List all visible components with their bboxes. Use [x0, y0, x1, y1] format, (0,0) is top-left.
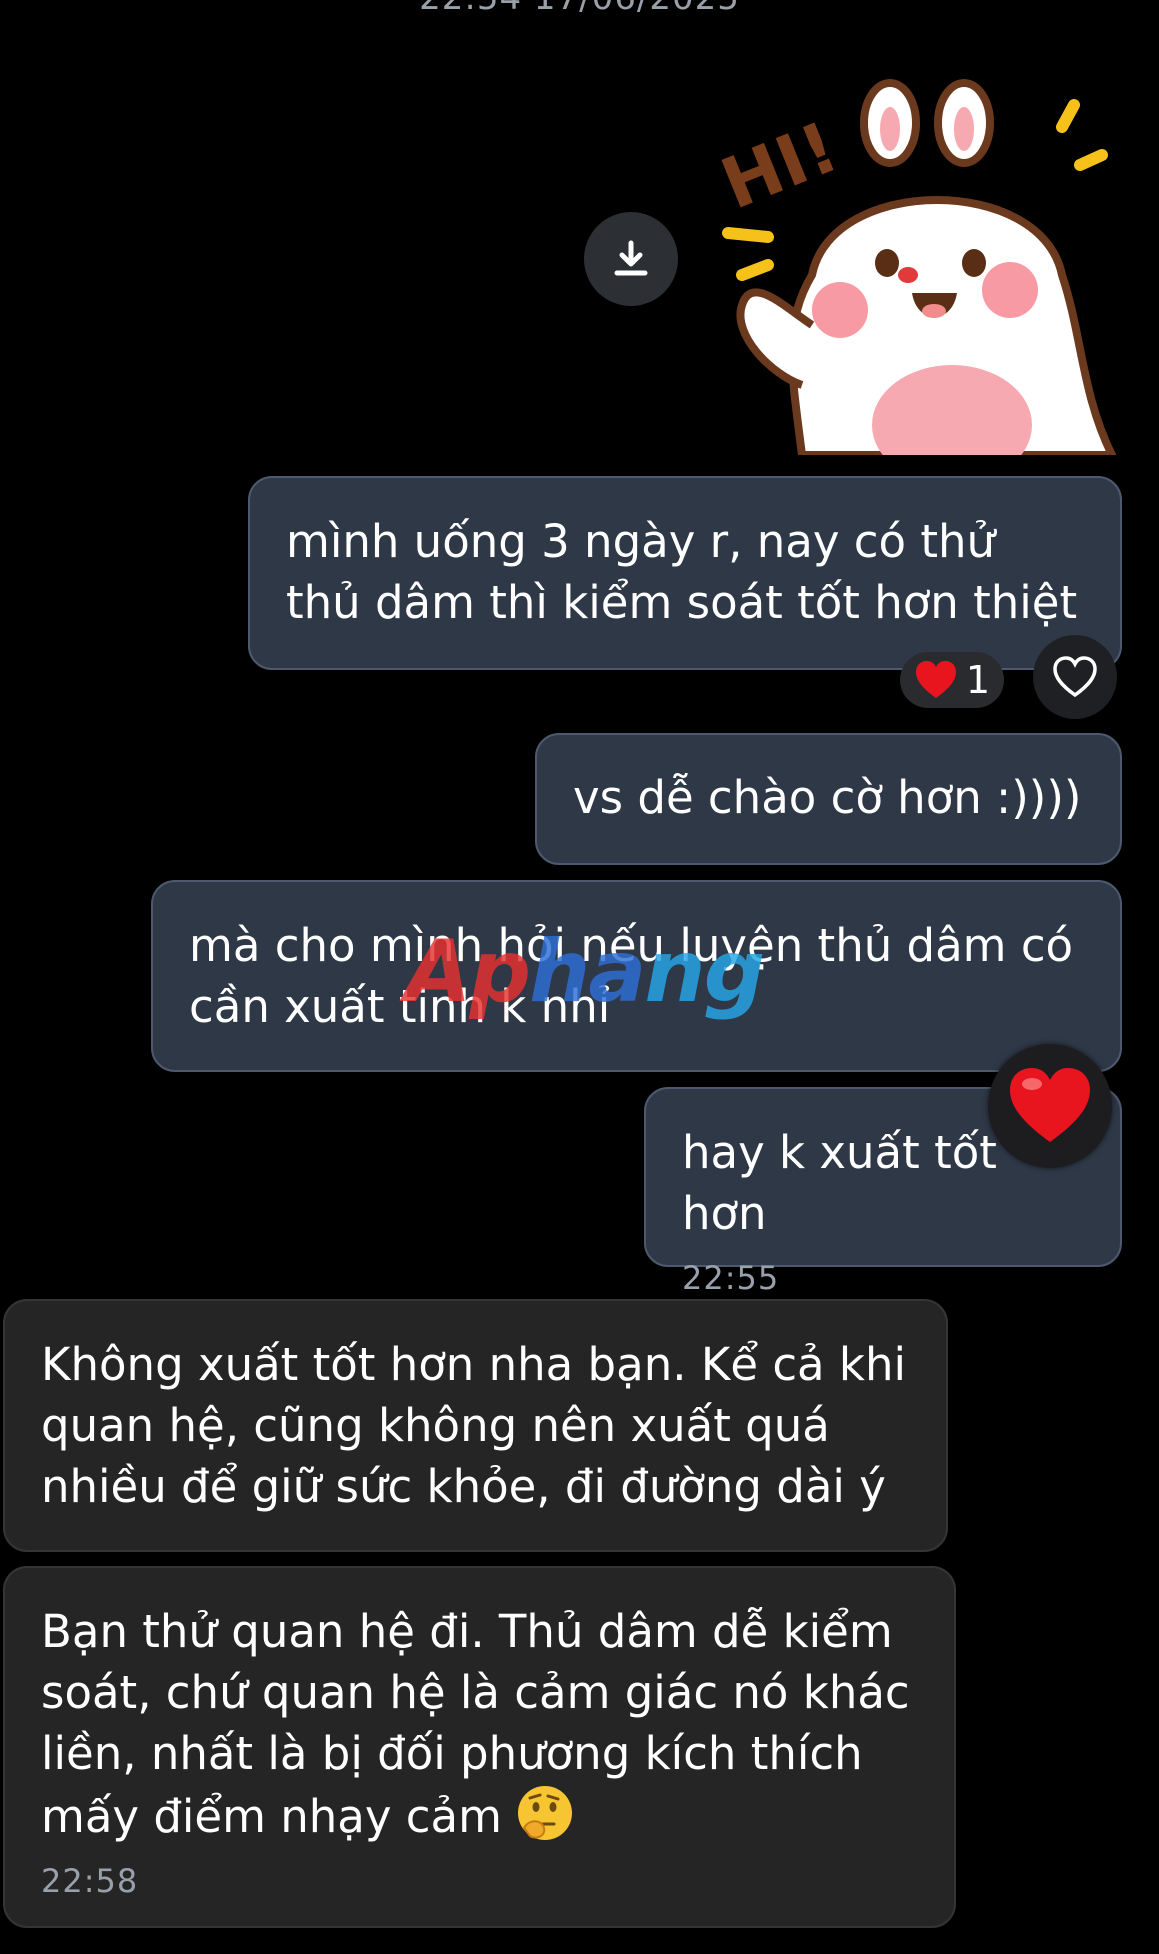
- message-bubble-incoming[interactable]: Không xuất tốt hơn nha bạn. Kể cả khi qu…: [3, 1299, 948, 1552]
- download-button[interactable]: [584, 212, 678, 306]
- message-text: vs dễ chào cờ hơn :)))): [573, 771, 1082, 824]
- reaction-heart[interactable]: [988, 1044, 1112, 1168]
- react-button[interactable]: [1033, 635, 1117, 719]
- watermark-logo: Aphang: [405, 922, 765, 1022]
- message-text: Bạn thử quan hệ đi. Thủ dâm dễ kiểm soát…: [41, 1605, 910, 1843]
- message-bubble-incoming[interactable]: Bạn thử quan hệ đi. Thủ dâm dễ kiểm soát…: [3, 1566, 956, 1928]
- bunny-sticker[interactable]: HI!: [710, 75, 1126, 485]
- message-text: mình uống 3 ngày r, nay có thử thủ dâm t…: [286, 515, 1078, 629]
- reaction-count: 1: [965, 658, 991, 702]
- heart-outline-icon: [1053, 656, 1097, 698]
- heart-icon: [915, 661, 956, 698]
- thinking-face-icon: [518, 1786, 573, 1840]
- sticker-caption: HI!: [712, 106, 849, 226]
- message-bubble-outgoing[interactable]: mình uống 3 ngày r, nay có thử thủ dâm t…: [248, 476, 1122, 670]
- message-time: 22:58: [41, 1862, 139, 1900]
- date-header: 22:54 17/06/2025: [0, 0, 1159, 18]
- reaction-badge[interactable]: 1: [900, 652, 1004, 708]
- download-icon: [614, 240, 648, 276]
- heart-icon: [1010, 1068, 1090, 1142]
- message-bubble-outgoing[interactable]: vs dễ chào cờ hơn :)))): [535, 733, 1122, 865]
- message-time: 22:55: [682, 1259, 780, 1297]
- message-text: Không xuất tốt hơn nha bạn. Kể cả khi qu…: [41, 1338, 907, 1513]
